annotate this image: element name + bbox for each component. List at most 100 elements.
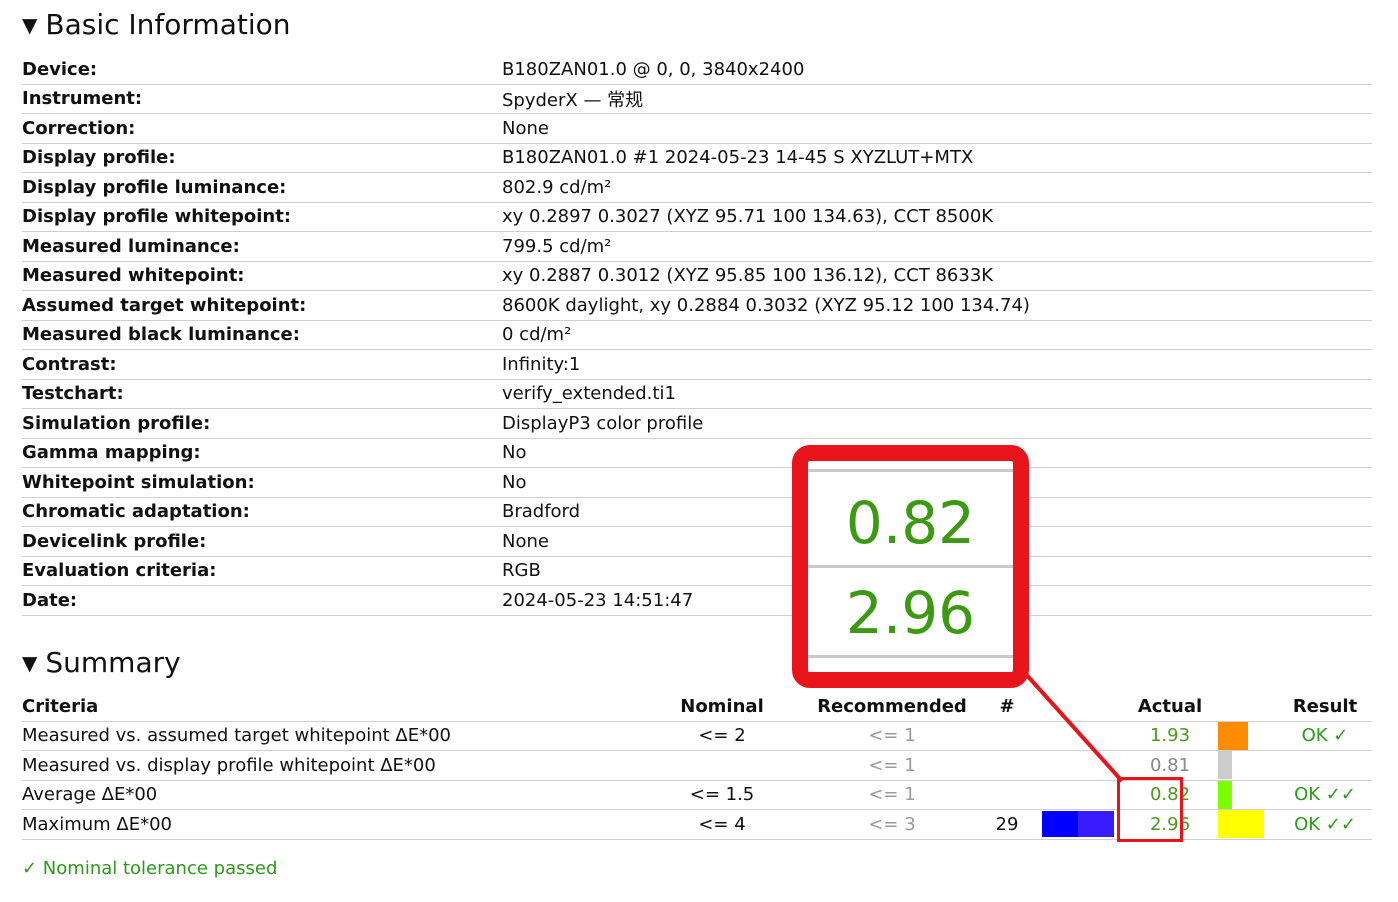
summary-recommended: <= 3 [812, 809, 972, 840]
deviation-bar [1218, 721, 1248, 750]
col-bar [1218, 692, 1278, 722]
summary-bar-cell [1218, 780, 1278, 810]
info-label: Instrument: [22, 84, 502, 114]
summary-swatch-cell [1042, 721, 1122, 751]
info-row: Instrument: SpyderX — 常规 [22, 84, 1372, 114]
info-value: 799.5 cd/m² [502, 231, 1372, 262]
info-row: Gamma mapping: No [22, 438, 1372, 468]
callout-divider [808, 655, 1013, 658]
info-label: Contrast: [22, 349, 502, 380]
info-row: Display profile whitepoint: xy 0.2897 0.3… [22, 202, 1372, 232]
summary-recommended: <= 1 [812, 780, 972, 810]
info-label: Assumed target whitepoint: [22, 290, 502, 321]
summary-result [1278, 750, 1372, 781]
col-result: Result [1278, 692, 1372, 722]
basic-info-title: Basic Information [45, 8, 291, 41]
callout-divider [808, 565, 1013, 568]
callout-value-maximum: 2.96 [845, 579, 976, 647]
nominal-tolerance-status: ✓ Nominal tolerance passed [22, 858, 278, 879]
color-swatch [1078, 811, 1114, 838]
info-row: Correction: None [22, 113, 1372, 144]
info-row: Measured whitepoint: xy 0.2887 0.3012 (XY… [22, 261, 1372, 291]
info-value: 8600K daylight, xy 0.2884 0.3032 (XYZ 95… [502, 290, 1372, 321]
summary-result: OK ✓ [1278, 721, 1372, 751]
info-label: Simulation profile: [22, 408, 502, 439]
info-value: xy 0.2887 0.3012 (XYZ 95.85 100 136.12),… [502, 261, 1372, 291]
info-value: None [502, 113, 1372, 144]
summary-criteria: Measured vs. assumed target whitepoint Δ… [22, 721, 632, 751]
summary-row: Measured vs. display profile whitepoint … [22, 750, 1372, 781]
collapse-triangle-icon[interactable]: ▼ [22, 13, 37, 37]
summary-result: OK ✓✓ [1278, 780, 1372, 810]
info-row: Testchart: verify_extended.ti1 [22, 379, 1372, 409]
info-row: Evaluation criteria: RGB [22, 556, 1372, 586]
summary-swatch-cell [1042, 780, 1122, 810]
summary-criteria: Measured vs. display profile whitepoint … [22, 750, 632, 781]
summary-count [972, 750, 1042, 781]
summary-row: Measured vs. assumed target whitepoint Δ… [22, 721, 1372, 751]
info-label: Date: [22, 585, 502, 616]
info-label: Evaluation criteria: [22, 556, 502, 586]
deviation-bar [1218, 751, 1232, 780]
info-label: Display profile whitepoint: [22, 202, 502, 232]
info-row: Devicelink profile: None [22, 526, 1372, 557]
summary-nominal: <= 4 [632, 809, 812, 840]
info-label: Measured black luminance: [22, 320, 502, 350]
summary-actual: 1.93 [1122, 721, 1218, 751]
summary-bar-cell [1218, 721, 1278, 751]
info-label: Display profile: [22, 143, 502, 173]
info-row: Assumed target whitepoint: 8600K daylight… [22, 290, 1372, 321]
summary-count [972, 780, 1042, 810]
basic-info-header[interactable]: ▼ Basic Information [22, 8, 291, 41]
info-label: Measured luminance: [22, 231, 502, 262]
summary-criteria: Maximum ΔE*00 [22, 809, 632, 840]
basic-info-table: Device: B180ZAN01.0 @ 0, 0, 3840x2400 Inst… [22, 55, 1372, 616]
info-value: Infinity:1 [502, 349, 1372, 380]
col-criteria: Criteria [22, 692, 632, 722]
info-label: Chromatic adaptation: [22, 497, 502, 527]
color-swatch [1042, 811, 1078, 838]
zoom-callout: 0.82 2.96 [792, 445, 1029, 688]
info-value: 802.9 cd/m² [502, 172, 1372, 203]
info-label: Testchart: [22, 379, 502, 409]
info-value: verify_extended.ti1 [502, 379, 1372, 409]
info-value: B180ZAN01.0 @ 0, 0, 3840x2400 [502, 55, 1372, 85]
info-value: SpyderX — 常规 [502, 84, 1372, 114]
info-row: Measured luminance: 799.5 cd/m² [22, 231, 1372, 262]
summary-header[interactable]: ▼ Summary [22, 646, 181, 679]
callout-value-average: 0.82 [845, 489, 976, 557]
summary-nominal [632, 750, 812, 781]
info-row: Device: B180ZAN01.0 @ 0, 0, 3840x2400 [22, 55, 1372, 85]
summary-recommended: <= 1 [812, 750, 972, 781]
summary-header-row: Criteria Nominal Recommended # Actual Re… [22, 692, 1372, 722]
summary-bar-cell [1218, 809, 1278, 840]
summary-nominal: <= 2 [632, 721, 812, 751]
info-row: Display profile: B180ZAN01.0 #1 2024-05-2… [22, 143, 1372, 173]
summary-swatch-cell [1042, 809, 1122, 840]
info-row: Date: 2024-05-23 14:51:47 [22, 585, 1372, 616]
info-label: Display profile luminance: [22, 172, 502, 203]
info-value: xy 0.2897 0.3027 (XYZ 95.71 100 134.63),… [502, 202, 1372, 232]
collapse-triangle-icon[interactable]: ▼ [22, 651, 37, 675]
summary-swatch-cell [1042, 750, 1122, 781]
col-actual: Actual [1122, 692, 1218, 722]
col-nominal: Nominal [632, 692, 812, 722]
col-swatch [1042, 692, 1122, 722]
summary-count [972, 721, 1042, 751]
actual-highlight-box [1117, 777, 1183, 842]
info-label: Gamma mapping: [22, 438, 502, 468]
summary-nominal: <= 1.5 [632, 780, 812, 810]
col-recommended: Recommended [812, 692, 972, 722]
info-label: Device: [22, 55, 502, 85]
info-row: Simulation profile: DisplayP3 color profi… [22, 408, 1372, 439]
summary-result: OK ✓✓ [1278, 809, 1372, 840]
info-value: B180ZAN01.0 #1 2024-05-23 14-45 S XYZLUT… [502, 143, 1372, 173]
deviation-bar [1218, 780, 1232, 809]
col-number: # [972, 692, 1042, 722]
info-row: Contrast: Infinity:1 [22, 349, 1372, 380]
info-label: Correction: [22, 113, 502, 144]
info-row: Display profile luminance: 802.9 cd/m² [22, 172, 1372, 203]
info-row: Chromatic adaptation: Bradford [22, 497, 1372, 527]
summary-criteria: Average ΔE*00 [22, 780, 632, 810]
info-row: Whitepoint simulation: No [22, 467, 1372, 498]
